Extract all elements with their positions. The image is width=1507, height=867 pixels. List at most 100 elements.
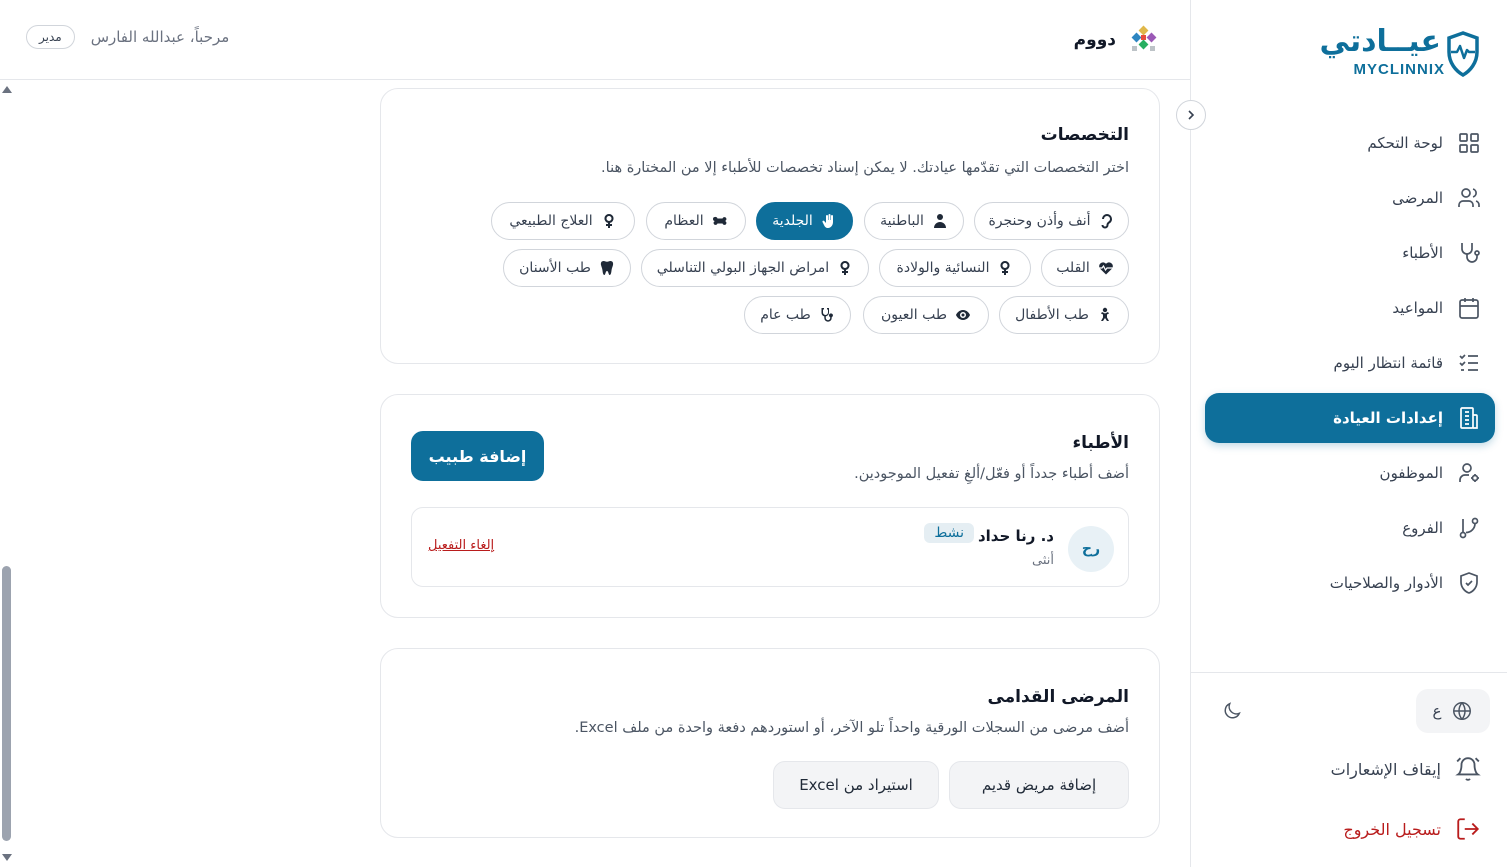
add-old-patient-button[interactable]: إضافة مريض قديم [949,761,1129,809]
app-logo: عيــادتي MYCLINNIX [1318,24,1481,80]
sidebar-item-appointments[interactable]: المواعيد [1205,283,1495,333]
status-badge: نشط [924,523,974,543]
logout-label: تسجيل الخروج [1343,819,1441,839]
sidebar-item-staff[interactable]: الموظفون [1205,448,1495,498]
chip-label: طب عام [760,307,811,323]
shield-heartbeat-icon [1447,31,1479,78]
deactivate-link[interactable]: إلغاء التفعيل [428,538,494,553]
specialties-description: اختر التخصصات التي تقدّمها عيادتك. لا يم… [601,160,1129,176]
sidebar-item-clinic-settings[interactable]: إعدادات العيادة [1205,393,1495,443]
sidebar-item-dashboard[interactable]: لوحة التحكم [1205,118,1495,168]
sidebar: عيــادتي MYCLINNIX لوحة التحكم المرضى ال… [1176,0,1507,867]
avatar: رح [1068,526,1114,572]
chip-label: أنف وأذن وحنجرة [988,213,1091,229]
clinic-logo-icon [1131,25,1157,51]
old-patients-description: أضف مرضى من السجلات الورقية واحداً تلو ا… [574,720,1129,736]
building-icon [1460,407,1478,429]
user-area: مدير مرحباً، عبدالله الفارس [26,25,229,49]
sidebar-item-label: قائمة انتظار اليوم [1333,354,1443,372]
greeting-text: مرحباً، عبدالله الفارس [90,28,230,46]
chip-ophthalmology[interactable]: طب العيون [863,296,989,334]
chip-ent[interactable]: أنف وأذن وحنجرة [974,202,1129,240]
sidebar-divider [1190,672,1507,673]
chip-dentistry[interactable]: طب الأسنان [503,249,631,287]
notifications-label: إيقاف الإشعارات [1330,759,1441,779]
chip-label: الباطنية [880,213,924,229]
moon-icon [1224,702,1241,719]
dashboard-icon [1459,133,1479,153]
old-patients-title: المرضى القدامى [987,687,1129,707]
sidebar-item-label: الأدوار والصلاحيات [1329,574,1443,592]
tooth-icon [600,261,613,275]
sidebar-item-label: المواعيد [1392,299,1443,317]
heart-pulse-icon [1098,262,1113,275]
chip-dermatology[interactable]: الجلدية [756,202,853,240]
scroll-thumb[interactable] [2,566,11,841]
collapse-sidebar-button[interactable] [1176,100,1206,130]
baby-icon [1100,307,1109,321]
patients-icon [1458,188,1480,207]
chip-label: الجلدية [772,213,813,229]
bell-icon [1455,757,1481,781]
checklist-icon [1459,354,1478,371]
globe-icon [1453,702,1472,720]
female-icon [604,213,614,228]
calendar-icon [1459,298,1479,319]
old-patients-card: المرضى القدامى أضف مرضى من السجلات الورق… [380,648,1160,838]
user-gear-icon [1459,463,1479,482]
disable-notifications-button[interactable]: إيقاف الإشعارات [1331,756,1481,782]
chip-general-medicine[interactable]: طب عام [744,296,851,334]
sidebar-item-label: إعدادات العيادة [1333,409,1443,427]
chevron-right-icon [1188,110,1195,120]
sidebar-item-label: الموظفون [1379,464,1443,482]
theme-toggle[interactable] [1221,700,1243,726]
chip-label: العظام [664,213,704,229]
sidebar-item-roles[interactable]: الأدوار والصلاحيات [1205,558,1495,608]
logo-text-arabic: عيــادتي [1319,24,1441,59]
language-label: ع [1432,702,1442,720]
specialties-title: التخصصات [1040,125,1129,145]
main-scrollbar[interactable] [0,82,14,867]
language-toggle[interactable]: ع [1416,689,1490,733]
chip-internal[interactable]: الباطنية [864,202,964,240]
add-doctor-button[interactable]: إضافة طبيب [411,431,544,481]
chip-orthopedics[interactable]: العظام [646,202,746,240]
chip-label: طب الأسنان [519,260,591,276]
scroll-up-arrow[interactable] [2,86,12,93]
chip-urology[interactable]: امراض الجهاز البولي التناسلي [641,249,869,287]
stethoscope-icon [821,308,833,322]
doctor-icon [933,214,946,228]
bone-icon [712,216,727,225]
logout-button[interactable]: تسجيل الخروج [1343,816,1481,842]
chip-cardiology[interactable]: القلب [1041,249,1129,287]
sidebar-item-doctors[interactable]: الأطباء [1205,228,1495,278]
sidebar-item-branches[interactable]: الفروع [1205,503,1495,553]
sidebar-item-waiting-list[interactable]: قائمة انتظار اليوم [1205,338,1495,388]
chip-label: النسائية والولادة [896,260,990,276]
sidebar-item-label: المرضى [1392,189,1443,207]
chip-pediatrics[interactable]: طب الأطفال [999,296,1129,334]
import-excel-button[interactable]: استيراد من Excel [773,761,939,809]
sidebar-item-patients[interactable]: المرضى [1205,173,1495,223]
sidebar-nav: لوحة التحكم المرضى الأطباء المواعيد قائم… [1205,118,1495,613]
logo-text-english: MYCLINNIX [1353,61,1445,78]
ear-icon [1101,214,1112,229]
clinic-name: دووم [1073,30,1116,50]
branch-icon [1459,517,1479,539]
logout-icon [1457,818,1480,840]
chip-obgyn[interactable]: النسائية والولادة [879,249,1031,287]
sidebar-item-label: الفروع [1402,519,1443,537]
scroll-down-arrow[interactable] [2,854,12,861]
eye-icon [956,310,970,320]
doctor-row: رح د. رنا حداد نشط أنثى إلغاء التفعيل [411,507,1129,587]
top-bar: دووم مدير مرحباً، عبدالله الفارس [0,0,1190,80]
chip-label: امراض الجهاز البولي التناسلي [656,260,830,276]
chip-label: طب الأطفال [1015,307,1089,323]
specialties-card: التخصصات اختر التخصصات التي تقدّمها عياد… [380,88,1160,364]
chip-label: القلب [1056,260,1090,276]
chip-physiotherapy[interactable]: العلاج الطبيعي [491,202,635,240]
female-icon [1000,260,1011,275]
role-badge: مدير [26,25,75,49]
doctors-title: الأطباء [1072,433,1129,453]
sidebar-item-label: لوحة التحكم [1367,134,1443,152]
